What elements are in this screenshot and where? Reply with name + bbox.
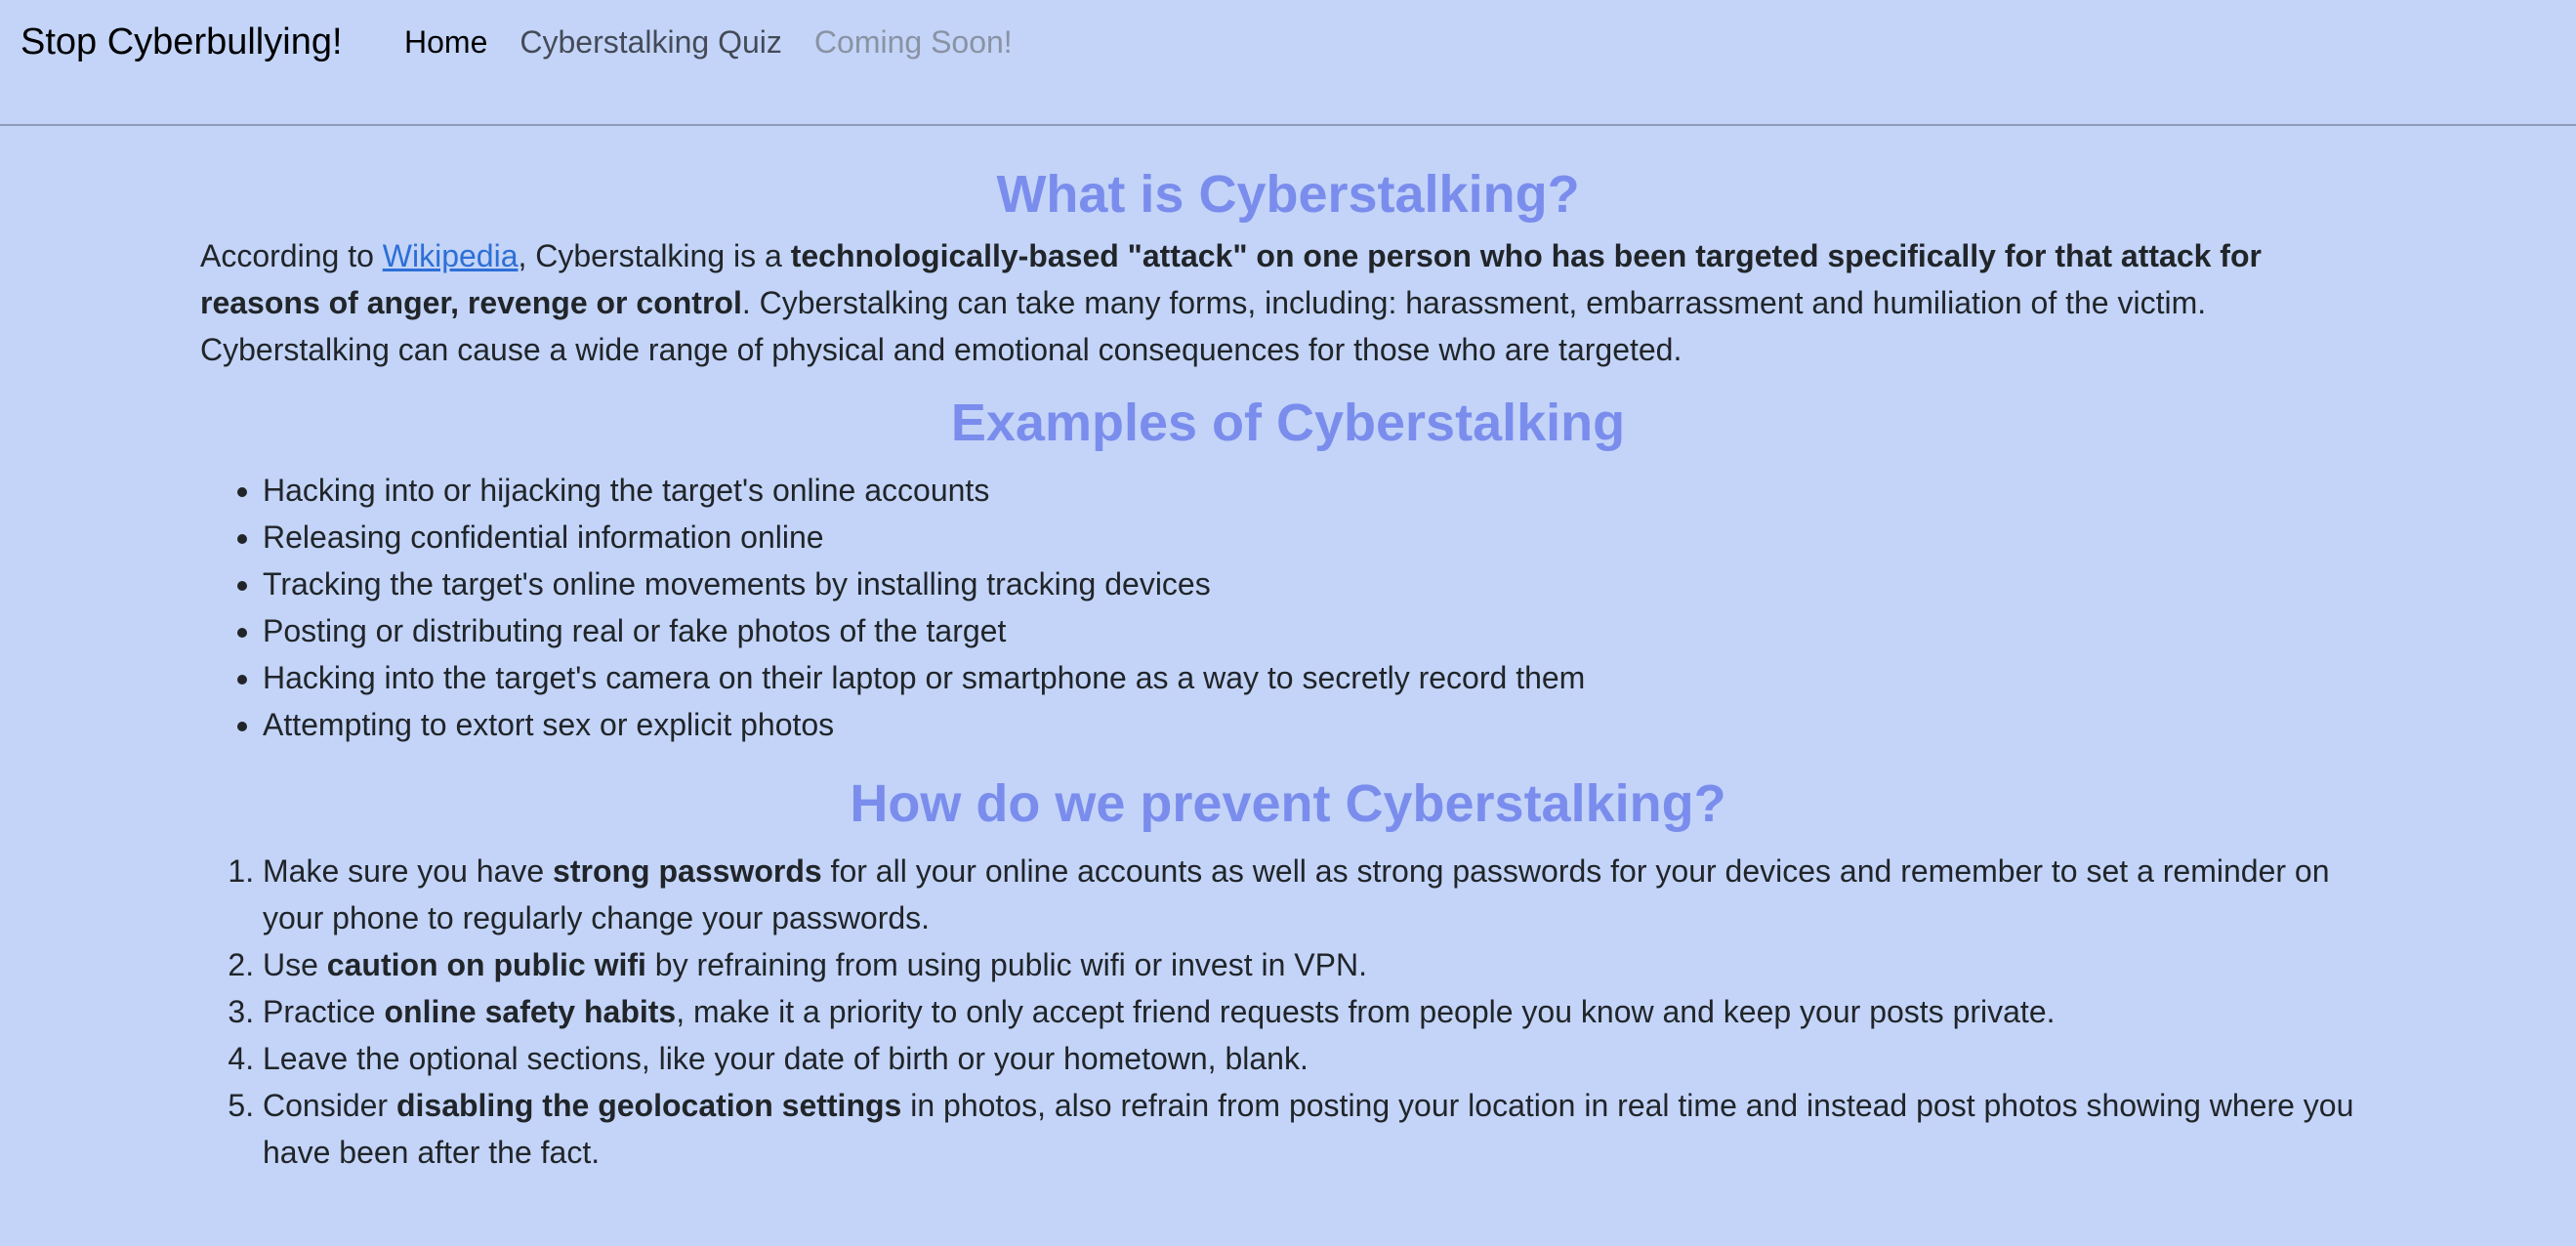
list-item-text: by refraining from using public wifi or … [645, 947, 1367, 982]
list-item: Releasing confidential information onlin… [263, 514, 2376, 561]
list-item: Hacking into or hijacking the target's o… [263, 467, 2376, 514]
list-item: Posting or distributing real or fake pho… [263, 607, 2376, 654]
prevention-list: Make sure you have strong passwords for … [200, 848, 2376, 1176]
list-item-text: Practice [263, 994, 385, 1029]
brand-link[interactable]: Stop Cyberbullying! [21, 18, 343, 66]
list-item-text: , make it a priority to only accept frie… [676, 994, 2056, 1029]
section-what-is: What is Cyberstalking? According to Wiki… [200, 156, 2376, 373]
section-prevent: How do we prevent Cyberstalking? Make su… [200, 766, 2376, 1176]
section-title-prevent: How do we prevent Cyberstalking? [850, 774, 1726, 833]
list-item: Consider disabling the geolocation setti… [263, 1082, 2376, 1176]
nav-home[interactable]: Home [404, 18, 487, 66]
list-item-text: Consider [263, 1088, 396, 1123]
intro-text-before-link: According to [200, 238, 383, 273]
list-item: Practice online safety habits, make it a… [263, 988, 2376, 1035]
list-item-text: Leave the optional sections, like your d… [263, 1041, 1309, 1076]
nav-cyberstalking-quiz[interactable]: Cyberstalking Quiz [519, 18, 782, 66]
list-item-bold: disabling the geolocation settings [395, 1088, 902, 1123]
list-item: Hacking into the target's camera on thei… [263, 654, 2376, 701]
intro-text-after-link: , Cyberstalking is a [518, 238, 791, 273]
main-content: What is Cyberstalking? According to Wiki… [200, 156, 2376, 1176]
nav-coming-soon: Coming Soon! [813, 24, 1013, 60]
list-item: Tracking the target's online movements b… [263, 561, 2376, 607]
wikipedia-link[interactable]: Wikipedia [383, 238, 519, 273]
list-item: Leave the optional sections, like your d… [263, 1035, 2376, 1082]
list-item: Make sure you have strong passwords for … [263, 848, 2376, 941]
nav-links: Home Cyberstalking Quiz Coming Soon! [404, 18, 1045, 66]
list-item-bold: strong passwords [553, 853, 822, 889]
list-item: Attempting to extort sex or explicit pho… [263, 701, 2376, 748]
list-item-bold: caution on public wifi [326, 947, 646, 982]
list-item-bold: online safety habits [384, 994, 677, 1029]
list-item-text: Use [263, 947, 327, 982]
section-examples: Examples of Cyberstalking Hacking into o… [200, 385, 2376, 748]
examples-list: Hacking into or hijacking the target's o… [200, 467, 2376, 748]
list-item: Use caution on public wifi by refraining… [263, 941, 2376, 988]
list-item-text: Make sure you have [263, 853, 554, 889]
section-title-examples: Examples of Cyberstalking [950, 394, 1626, 452]
section-title-what-is: What is Cyberstalking? [996, 165, 1580, 224]
navbar: Stop Cyberbullying! Home Cyberstalking Q… [0, 0, 2576, 126]
intro-paragraph: According to Wikipedia, Cyberstalking is… [200, 232, 2376, 373]
